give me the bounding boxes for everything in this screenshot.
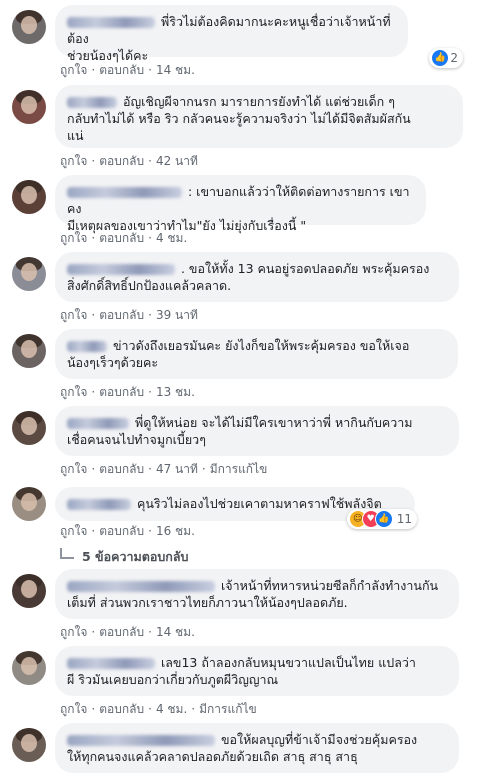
comment-actions: ถูกใจ · ตอบกลับ · 39 นาที	[60, 308, 198, 322]
comment-bubble: ข่าวดังถึงเยอรมันคะ ยังไงก็ขอให้พระคุ้มค…	[55, 329, 458, 379]
view-replies-link[interactable]: 5 ข้อความตอบกลับ	[60, 547, 188, 567]
comment-text: เต็มที่ ส่วนพวกเราชาวไทยก็ภาวนาให้น้องๆป…	[67, 595, 348, 610]
commenter-name[interactable]	[67, 496, 133, 511]
reply-button[interactable]: ตอบกลับ	[99, 625, 144, 639]
comment-text: คุนริวไม่ลองไปช่วยเคาตามหาคราฟใช้พลังจิต	[136, 496, 382, 511]
timestamp[interactable]: 47 นาที	[156, 462, 198, 476]
timestamp[interactable]: 14 ชม.	[156, 625, 195, 639]
avatar[interactable]	[12, 180, 46, 214]
comment-bubble: ขอให้ผลบุญที่ข้าเจ้ามีจงช่วยคุ้มครอง ให้…	[55, 723, 459, 773]
like-button[interactable]: ถูกใจ	[60, 462, 87, 476]
comment-actions: ถูกใจ · ตอบกลับ · 47 นาที · มีการแก้ไข	[60, 462, 268, 476]
like-button[interactable]: ถูกใจ	[60, 231, 87, 245]
comment-bubble: เลข13 ถ้าลองกลับหมุนขวาแปลเป็นไทย แปลว่า…	[55, 646, 459, 696]
comment-bubble: พี่ดูให้หน่อย จะได้ไม่มีใครเขาหาว่าพี่ ห…	[55, 406, 459, 456]
avatar[interactable]	[12, 90, 46, 124]
comment-bubble: อัญเชิญผีจากนรก มารายการยังทำได้ แต่ช่วย…	[55, 85, 463, 148]
reply-arrow-icon	[60, 548, 74, 559]
comment-actions: ถูกใจ · ตอบกลับ · 14 ชม.	[60, 625, 195, 639]
reactions-badge[interactable]: ☺ ♥ 👍 11	[346, 509, 417, 529]
like-button[interactable]: ถูกใจ	[60, 702, 87, 716]
timestamp[interactable]: 4 ชม.	[156, 702, 187, 716]
avatar[interactable]	[12, 10, 46, 44]
reply-button[interactable]: ตอบกลับ	[99, 385, 144, 399]
timestamp[interactable]: 4 ชม.	[156, 231, 187, 245]
commenter-name[interactable]	[67, 415, 131, 430]
comment-text: น้องๆเร็วๆด้วยคะ	[67, 355, 159, 370]
comment-text: ข่าวดังถึงเยอรมันคะ ยังไงก็ขอให้พระคุ้มค…	[112, 338, 410, 353]
comment-text: ขอให้ผลบุญที่ข้าเจ้ามีจงช่วยคุ้มครอง	[220, 732, 418, 747]
like-icon: 👍	[374, 510, 393, 528]
comment-text: ผี ริวมันเคยบอกว่าเกี่ยวกับภูตผีวิญญาณ	[67, 672, 279, 687]
comment-actions: ถูกใจ · ตอบกลับ · 16 ชม.	[60, 524, 195, 538]
avatar[interactable]	[12, 257, 46, 291]
timestamp[interactable]: 14 ชม.	[156, 63, 195, 77]
reply-button[interactable]: ตอบกลับ	[99, 63, 144, 77]
like-button[interactable]: ถูกใจ	[60, 63, 87, 77]
like-button[interactable]: ถูกใจ	[60, 154, 87, 168]
comment-text: เลข13 ถ้าลองกลับหมุนขวาแปลเป็นไทย แปลว่า	[160, 655, 416, 670]
reply-button[interactable]: ตอบกลับ	[99, 524, 144, 538]
timestamp[interactable]: 39 นาที	[156, 308, 198, 322]
like-button[interactable]: ถูกใจ	[60, 385, 87, 399]
commenter-name[interactable]	[67, 261, 177, 276]
like-button[interactable]: ถูกใจ	[60, 308, 87, 322]
timestamp[interactable]: 42 นาที	[156, 154, 198, 168]
comment-text: กลับทำไม่ได้ หรือ ริว กลัวคนจะรู้ความจริ…	[67, 111, 411, 126]
commenter-name[interactable]	[67, 14, 157, 29]
avatar[interactable]	[12, 728, 46, 762]
comment-actions: ถูกใจ · ตอบกลับ · 4 ชม.	[60, 231, 188, 245]
comment-actions: ถูกใจ · ตอบกลับ · 13 ชม.	[60, 385, 195, 399]
comment-text: แน่	[67, 128, 84, 143]
comment-bubble: พี่ริวไม่ต้องคิดมากนะคะหนูเชื่อว่าเจ้าหน…	[55, 5, 408, 63]
comment-actions: ถูกใจ · ตอบกลับ · 4 ชม. · มีการแก้ไข	[60, 702, 257, 716]
comment-text: ให้ทุกคนจงแคล้วคลาดปลอดภัยด้วยเถิด สาธุ …	[67, 749, 358, 764]
commenter-name[interactable]	[67, 94, 119, 109]
comment-text: เจ้าหน้าที่ทหารหน่วยซีลก็กำลังทำงานกัน	[220, 578, 439, 593]
commenter-name[interactable]	[67, 732, 217, 747]
commenter-name[interactable]	[67, 655, 157, 670]
timestamp[interactable]: 16 ชม.	[156, 524, 195, 538]
avatar[interactable]	[12, 651, 46, 685]
comment-text: พี่ดูให้หน่อย จะได้ไม่มีใครเขาหาว่าพี่ ห…	[134, 415, 413, 430]
reply-button[interactable]: ตอบกลับ	[99, 154, 144, 168]
comment-bubble: . ขอให้ทั้ง 13 คนอยู่รอดปลอดภัย พระคุ้มค…	[55, 252, 459, 302]
like-button[interactable]: ถูกใจ	[60, 524, 87, 538]
reply-button[interactable]: ตอบกลับ	[99, 308, 144, 322]
edited-label[interactable]: มีการแก้ไข	[199, 702, 257, 716]
edited-label[interactable]: มีการแก้ไข	[210, 462, 268, 476]
commenter-name[interactable]	[67, 578, 217, 593]
comment-text: อัญเชิญผีจากนรก มารายการยังทำได้ แต่ช่วย…	[122, 94, 395, 109]
reply-button[interactable]: ตอบกลับ	[99, 702, 144, 716]
commenter-name[interactable]	[67, 338, 109, 353]
reply-button[interactable]: ตอบกลับ	[99, 231, 144, 245]
comment-actions: ถูกใจ · ตอบกลับ · 14 ชม.	[60, 63, 195, 77]
comment-text: สิ่งศักดิ์สิทธิ์ปกป้องแคล้วคลาด.	[67, 278, 232, 293]
like-icon: 👍	[431, 49, 450, 67]
avatar[interactable]	[12, 487, 46, 521]
avatar[interactable]	[12, 411, 46, 445]
reply-button[interactable]: ตอบกลับ	[99, 462, 144, 476]
commenter-name[interactable]	[67, 184, 184, 199]
comment-bubble: เจ้าหน้าที่ทหารหน่วยซีลก็กำลังทำงานกัน เ…	[55, 569, 459, 619]
comment-text: . ขอให้ทั้ง 13 คนอยู่รอดปลอดภัย พระคุ้มค…	[180, 261, 430, 276]
like-button[interactable]: ถูกใจ	[60, 625, 87, 639]
comment-bubble: : เขาบอกแล้วว่าให้ติดต่อทางรายการ เขาคง …	[55, 175, 426, 233]
comment-actions: ถูกใจ · ตอบกลับ · 42 นาที	[60, 154, 198, 168]
reactions-badge[interactable]: 👍 2	[429, 48, 463, 68]
avatar[interactable]	[12, 574, 46, 608]
comment-text: เชื่อคนจนไปทำจมูกเบี้ยวๆ	[67, 432, 206, 447]
timestamp[interactable]: 13 ชม.	[156, 385, 195, 399]
avatar[interactable]	[12, 334, 46, 368]
